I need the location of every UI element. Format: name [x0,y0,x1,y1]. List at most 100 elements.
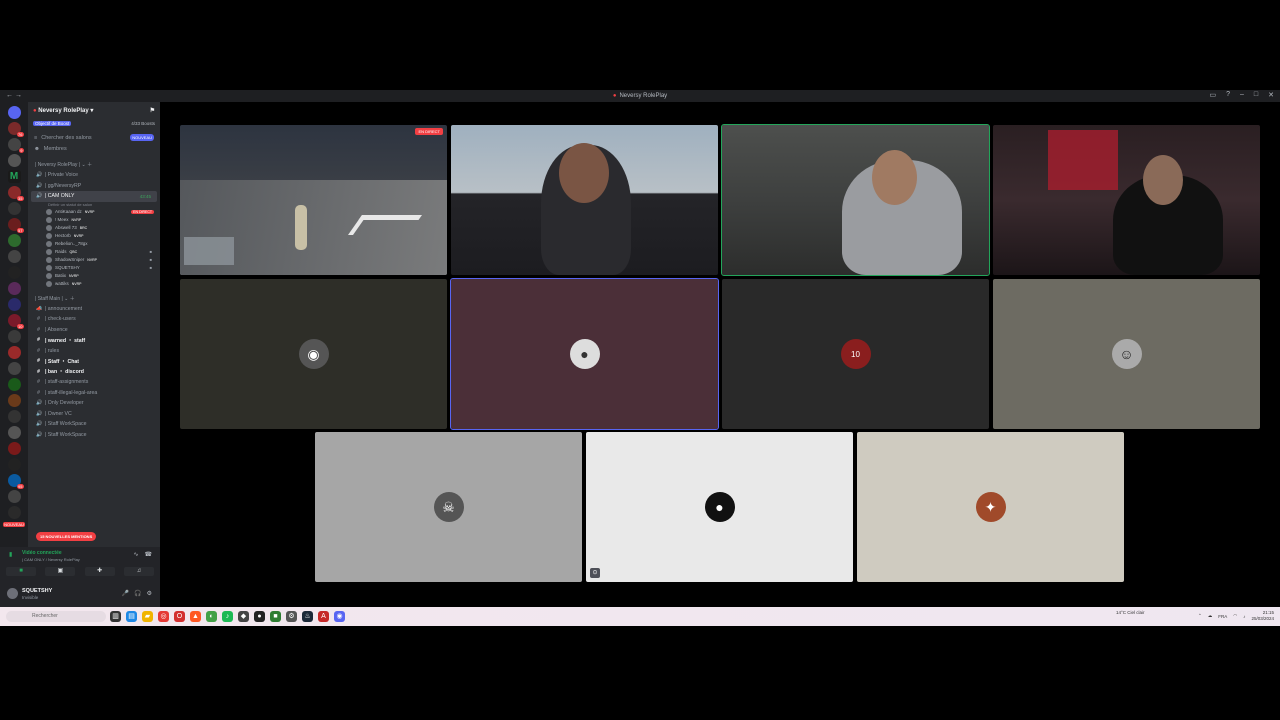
chrome-icon[interactable]: ◐ [206,611,217,622]
chevron-up-icon[interactable]: ⌃ [1198,613,1202,619]
new-mentions-badge[interactable]: 15 NOUVELLES MENTIONS [36,532,97,541]
lang-indicator[interactable]: FRA [1218,614,1227,619]
participant-tile[interactable]: ☺ [993,279,1260,429]
volume-icon[interactable]: ♪ [1243,614,1245,619]
search-channels[interactable]: ≡ Chercher des salons NOUVEAU [28,132,160,143]
participant-tile[interactable]: ● [450,278,719,430]
activities-button[interactable]: ✚ [84,567,115,576]
channel-item[interactable]: 🔊 | Only Developer [28,398,160,409]
participant-tile[interactable]: ☠ [315,432,582,582]
app-icon[interactable]: ◎ [158,611,169,622]
focus-icon[interactable]: ⊙ [590,568,600,578]
server-icon[interactable] [7,346,21,359]
server-icon[interactable] [7,266,21,279]
voice-channel-name[interactable]: | CAM ONLY / Neversy RolePlay [22,557,80,562]
channel-item[interactable]: 🔊 | CAM ONLY 43:45 [31,191,157,202]
help-icon[interactable]: ? [1226,91,1230,99]
server-icon[interactable]: 57 [7,218,24,233]
category-main[interactable]: | Neversy RolePlay | ⌄ ＋ [28,154,160,170]
server-icon[interactable] [7,202,21,215]
server-icon[interactable] [7,442,21,455]
voice-user[interactable]: Hectorb NVRP [28,232,160,240]
participant-tile[interactable]: ● ⊙ [586,432,853,582]
settings-icon[interactable]: ⚙ [286,611,297,622]
server-icon[interactable]: M [7,170,21,183]
camera-tile[interactable] [721,124,990,276]
channel-item[interactable]: 📣 | announcement [28,304,160,315]
channel-item[interactable]: # | rules [28,346,160,357]
voice-user[interactable]: ! Meex NVRP [28,216,160,224]
app-icon[interactable]: ◆ [238,611,249,622]
voice-user[interactable]: Raids QBC ■ [28,248,160,256]
participant-tile[interactable]: 10 [722,279,989,429]
server-icon[interactable]: 10 [7,314,24,329]
username[interactable]: SQUETSHY [22,588,52,594]
screen-share-button[interactable]: ▣ [45,567,76,576]
server-icon[interactable] [7,362,21,375]
soundboard-button[interactable]: ♫ [123,567,154,576]
gear-icon[interactable]: ⚙ [147,590,152,597]
server-icon[interactable] [7,298,21,311]
steam-icon[interactable]: ♨ [302,611,313,622]
voice-user[interactable]: AntiKaaan dz NVRP EN DIRECT [28,208,160,216]
channel-item[interactable]: # | Absence [28,325,160,336]
participant-tile[interactable]: ✦ [857,432,1124,582]
camera-button[interactable]: ■ [6,567,36,576]
server-icon[interactable] [7,330,21,343]
maximize-button[interactable]: □ [1254,91,1258,99]
server-icon[interactable]: 95 [7,474,24,489]
members-link[interactable]: ☻ Membres [28,143,160,154]
server-icon[interactable]: 35 [7,186,24,201]
close-button[interactable]: ✕ [1268,91,1274,99]
stream-tile[interactable]: EN DIRECT [180,125,447,275]
channel-item[interactable]: 🔊 | Owner VC [28,409,160,420]
server-icon[interactable] [7,234,21,247]
server-icon[interactable] [7,426,21,439]
channel-item[interactable]: # | check-users [28,314,160,325]
add-member-icon[interactable]: ⚑ [150,107,155,114]
boost-goal[interactable]: Objectif de Boost 4/33 Boosts [28,118,160,128]
acrobat-icon[interactable]: A [318,611,329,622]
folder-icon[interactable]: ▰ [142,611,153,622]
camera-tile[interactable] [451,125,718,275]
disconnect-icon[interactable]: ☎ [145,551,152,558]
app-icon[interactable]: ■ [270,611,281,622]
home-button[interactable] [7,106,21,119]
weather-widget[interactable]: 14°C Ciel clair [1116,610,1145,615]
mic-icon[interactable]: 🎤 [122,590,129,597]
server-icon[interactable] [7,394,21,407]
server-icon[interactable] [7,506,21,519]
voice-user[interactable]: Rebelion.._78gx [28,240,160,248]
app-icon[interactable]: ● [254,611,265,622]
category-staff[interactable]: | Staff Main | ⌄ ＋ [28,288,160,304]
headset-icon[interactable]: 🎧 [134,590,141,597]
channel-item[interactable]: # | Staff ・ Chat [28,356,160,367]
explorer-icon[interactable]: ▤ [126,611,137,622]
channel-item[interactable]: 🔊 | Private Voice [28,170,160,181]
inbox-icon[interactable]: ▭ [1209,91,1216,99]
clock[interactable]: 21:15 25/03/2024 [1251,610,1274,622]
channel-item[interactable]: 🔊 | gg/NeversyRP [28,181,160,192]
channel-item[interactable]: 🔊 | Staff WorkSpace [28,419,160,430]
task-view-icon[interactable]: ▥ [110,611,121,622]
voice-user[interactable]: wattiks NVRP [28,280,160,288]
brave-icon[interactable]: ▲ [190,611,201,622]
wifi-icon[interactable]: ◠ [1233,613,1237,619]
server-icon[interactable]: 76 [7,122,24,137]
avatar[interactable] [7,588,18,599]
discord-icon[interactable]: ◉ [334,611,345,622]
server-icon[interactable] [7,154,21,167]
participant-tile[interactable]: ◉ [180,279,447,429]
channel-item[interactable]: # | staff-illegal-legal-area [28,388,160,399]
back-arrow-icon[interactable]: ← → [6,92,22,99]
channel-item[interactable]: # | ban ・ discord [28,367,160,378]
cloud-icon[interactable]: ☁ [1208,613,1213,619]
channel-item[interactable]: # | staff-assignments [28,377,160,388]
camera-tile[interactable] [993,125,1260,275]
voice-user[interactable]: Batiix NVRP [28,272,160,280]
minimize-button[interactable]: – [1240,91,1244,99]
spotify-icon[interactable]: ♪ [222,611,233,622]
opera-icon[interactable]: O [174,611,185,622]
voice-user[interactable]: SQUETSHY ■ [28,264,160,272]
search-input[interactable]: Rechercher [6,611,106,622]
